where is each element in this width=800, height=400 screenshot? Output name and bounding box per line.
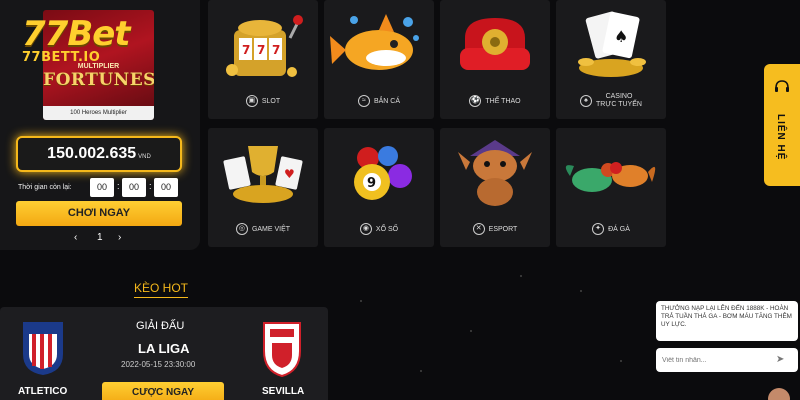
chat-avatar[interactable] (768, 388, 790, 400)
star-decoration (420, 370, 422, 372)
game-tile-esport[interactable]: ✕ ESPORT (440, 128, 550, 247)
esport-character-icon (458, 140, 532, 206)
fish-icon: ≈ (357, 95, 370, 107)
balance-unit: VND (138, 154, 151, 160)
cockfight-icon: ✦ (592, 223, 605, 235)
trophy-chair-icon (460, 18, 530, 70)
game-label: THỂ THAO (485, 97, 521, 105)
game-icon: ◎ (235, 223, 248, 235)
send-icon[interactable]: ➤ (776, 354, 784, 365)
game-label: SLOT (261, 97, 281, 105)
hot-match-card: ATLETICO GIẢI ĐẤU LA LIGA 2022-05-15 23:… (0, 307, 328, 400)
cards-icon: ♠ (580, 95, 593, 107)
lottery-balls-icon: 9 (354, 146, 412, 200)
pager: ‹ 1 › (70, 232, 130, 246)
svg-text:♥: ♥ (284, 167, 295, 181)
jackpot-balance: 150.002.635 VND (16, 136, 182, 172)
promo-panel: MULTIPLIER FORTUNES 100 Heroes Multiplie… (0, 0, 200, 250)
timer-separator: : (117, 181, 120, 191)
game-tile-cockfight[interactable]: ✦ ĐÁ GÀ (556, 128, 666, 247)
game-tile-lottery[interactable]: 9 ◉ XỔ SỐ (324, 128, 434, 247)
game-label: ĐÁ GÀ (608, 225, 630, 233)
game-tile-sports[interactable]: ⚽ THỂ THAO (440, 0, 550, 119)
timer-label: Thời gian còn lại: (18, 184, 72, 191)
star-decoration (580, 290, 582, 292)
bet-now-button[interactable]: CƯỢC NGAY (102, 382, 224, 400)
roosters-icon (565, 162, 656, 192)
star-decoration (470, 330, 472, 332)
trophy-cards-icon: ♥ (223, 146, 303, 203)
game-label-2: TRỰC TUYẾN (596, 101, 642, 108)
game-tile-fishing[interactable]: ≈ BẮN CÁ (324, 0, 434, 119)
star-decoration (520, 275, 522, 277)
brand-logo[interactable]: 77Bet 77BETT.IO (22, 14, 131, 65)
game-tile-vietnam-games[interactable]: ♥ ◎ GAME VIỆT (208, 128, 318, 247)
svg-text:9: 9 (367, 176, 376, 191)
game-label: ESPORT (488, 225, 518, 233)
timer-minutes: 00 (122, 178, 146, 197)
timer-hours: 00 (90, 178, 114, 197)
lottery-icon: ◉ (359, 223, 372, 235)
prev-page-button[interactable]: ‹ (74, 232, 77, 243)
game-tile-casino[interactable]: ♠ ♠ CASINO TRỰC TUYẾN (556, 0, 666, 119)
hot-odds-title: KÈO HOT (134, 281, 189, 298)
sports-icon: ⚽ (469, 95, 482, 107)
headset-icon (775, 80, 789, 92)
play-now-button[interactable]: CHƠI NGAY (16, 201, 182, 226)
game-label: BẮN CÁ (373, 97, 401, 105)
shark-icon (330, 14, 419, 70)
game-tile-slot[interactable]: 7 7 7 ▣ SLOT (208, 0, 318, 119)
page-number: 1 (97, 232, 103, 243)
game-label: XỔ SỐ (375, 225, 399, 233)
home-team-name: ATLETICO (18, 386, 68, 397)
league-header: GIẢI ĐẤU (136, 320, 185, 332)
svg-text:7: 7 (272, 43, 280, 57)
logo-main: 77Bet (22, 14, 131, 54)
svg-text:7: 7 (242, 43, 250, 57)
chat-message-bubble: THƯỞNG NẠP LẠI LÊN ĐẾN 1888K - HOÀN TRẢ … (656, 301, 798, 341)
slot-icon: ▣ (245, 95, 258, 107)
game-label: CASINO (605, 93, 633, 100)
game-label: GAME VIỆT (251, 225, 291, 233)
timer-seconds: 00 (154, 178, 178, 197)
next-page-button[interactable]: › (118, 232, 121, 243)
contact-label: LIÊN HỆ (775, 114, 786, 161)
svg-text:♠: ♠ (614, 27, 628, 46)
game-title: FORTUNES (43, 70, 154, 90)
slot-machine-icon: 7 7 7 (226, 15, 303, 77)
atletico-crest-icon[interactable] (21, 320, 65, 376)
timer-separator: : (149, 181, 152, 191)
star-decoration (360, 300, 362, 302)
balance-amount: 150.002.635 (47, 145, 137, 162)
svg-text:7: 7 (257, 43, 265, 57)
countdown-timer: Thời gian còn lại: 00 : 00 : 00 (18, 178, 188, 198)
league-name: LA LIGA (138, 341, 190, 356)
away-team-name: SEVILLA (262, 386, 305, 397)
match-datetime: 2022-05-15 23:30:00 (121, 360, 196, 369)
contact-tab[interactable]: LIÊN HỆ (764, 64, 800, 186)
sevilla-crest-icon[interactable] (260, 321, 304, 377)
esport-icon: ✕ (472, 223, 485, 235)
star-decoration (620, 360, 622, 362)
playing-cards-icon: ♠ (578, 11, 646, 77)
game-caption: 100 Heroes Multiplier (43, 106, 154, 120)
